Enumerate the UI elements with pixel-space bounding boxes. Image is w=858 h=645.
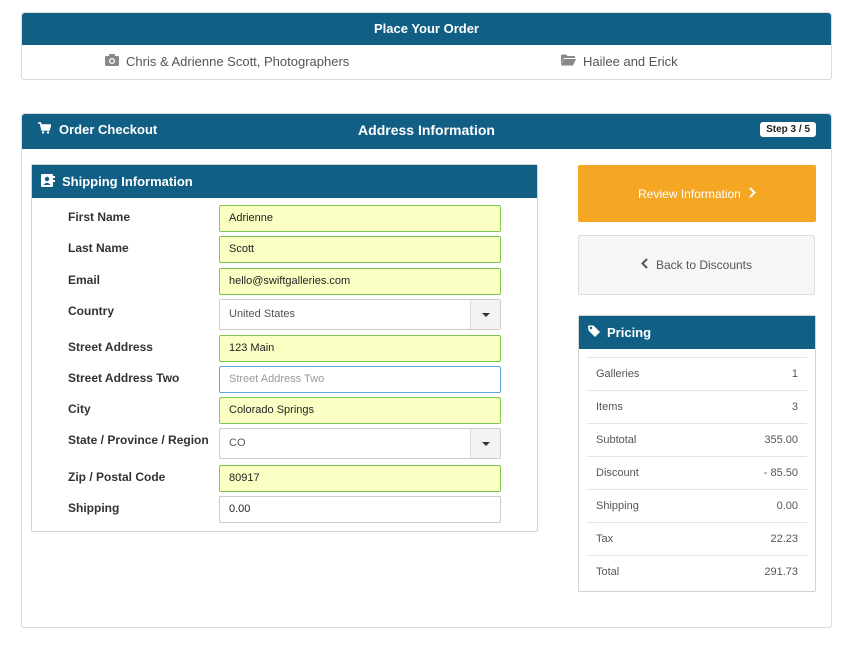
first-name-label: First Name — [68, 210, 131, 224]
country-value: United States — [229, 308, 296, 320]
photographer-name: Chris & Adrienne Scott, Photographers — [126, 54, 350, 69]
last-name-field[interactable]: Scott — [219, 236, 501, 263]
last-name-label: Last Name — [68, 241, 129, 255]
review-information-label: Review Information — [638, 186, 741, 201]
shipping-info-title: Shipping Information — [62, 174, 193, 189]
chevron-left-icon — [641, 258, 648, 272]
pricing-value: - 85.50 — [763, 467, 798, 479]
pricing-label: Galleries — [596, 368, 640, 380]
pricing-list: Galleries 1 Items 3 Subtotal 355.00 Disc… — [587, 357, 807, 588]
pricing-value: 1 — [791, 368, 798, 380]
street-address-two-label: Street Address Two — [68, 371, 180, 385]
section-title: Address Information — [358, 122, 495, 138]
back-to-discounts-label: Back to Discounts — [655, 258, 753, 272]
step-badge: Step 3 / 5 — [760, 122, 816, 137]
pricing-value: 0.00 — [776, 500, 798, 512]
shipping-info-header: Shipping Information — [32, 165, 537, 198]
pricing-label: Items — [596, 401, 623, 413]
city-label: City — [68, 402, 91, 416]
state-label: State / Province / Region — [68, 433, 209, 447]
caret-down-icon[interactable] — [470, 429, 500, 458]
pricing-row-items: Items 3 — [587, 390, 807, 423]
review-information-button[interactable]: Review Information — [578, 165, 816, 222]
pricing-label: Total — [596, 566, 620, 578]
checkout-panel: Order Checkout Address Information Step … — [21, 113, 832, 628]
pricing-label: Tax — [596, 533, 614, 545]
pricing-label: Discount — [596, 467, 639, 479]
order-header-panel: Place Your Order Chris & Adrienne Scott,… — [21, 12, 832, 80]
pricing-row-discount: Discount - 85.50 — [587, 456, 807, 489]
shipping-label: Shipping — [68, 501, 120, 515]
chevron-right-icon — [749, 186, 756, 201]
state-value: CO — [229, 437, 246, 449]
street-address-field[interactable]: 123 Main — [219, 335, 501, 362]
zip-field[interactable]: 80917 — [219, 465, 501, 492]
state-select[interactable]: CO — [219, 428, 501, 459]
tag-icon — [588, 325, 600, 340]
email-field[interactable]: hello@swiftgalleries.com — [219, 268, 501, 295]
shipping-info-panel: Shipping Information First Name Adrienne… — [31, 164, 538, 532]
pricing-row-tax: Tax 22.23 — [587, 522, 807, 555]
street-address-two-placeholder: Street Address Two — [229, 373, 325, 385]
city-field[interactable]: Colorado Springs — [219, 397, 501, 424]
first-name-field[interactable]: Adrienne — [219, 205, 501, 232]
country-select[interactable]: United States — [219, 299, 501, 330]
pricing-label: Subtotal — [596, 434, 637, 446]
pricing-value: 291.73 — [764, 566, 798, 578]
gallery-name: Hailee and Erick — [583, 54, 678, 69]
camera-icon — [105, 54, 119, 69]
zip-label: Zip / Postal Code — [68, 470, 166, 484]
email-label: Email — [68, 273, 101, 287]
pricing-row-galleries: Galleries 1 — [587, 357, 807, 390]
pricing-value: 22.23 — [770, 533, 798, 545]
street-address-label: Street Address — [68, 340, 153, 354]
gallery-link[interactable]: Hailee and Erick — [561, 54, 678, 69]
page-title: Place Your Order — [22, 13, 831, 45]
shipping-field[interactable]: 0.00 — [219, 496, 501, 523]
pricing-title: Pricing — [607, 325, 652, 340]
pricing-row-subtotal: Subtotal 355.00 — [587, 423, 807, 456]
contact-card-icon — [41, 173, 55, 190]
pricing-value: 355.00 — [764, 434, 798, 446]
pricing-row-total: Total 291.73 — [587, 555, 807, 588]
checkout-header: Order Checkout Address Information Step … — [22, 114, 831, 149]
back-to-discounts-button[interactable]: Back to Discounts — [578, 235, 815, 295]
pricing-panel: Pricing Galleries 1 Items 3 Subtotal 355… — [578, 315, 816, 592]
pricing-value: 3 — [791, 401, 798, 413]
pricing-label: Shipping — [596, 500, 639, 512]
street-address-two-field[interactable]: Street Address Two — [219, 366, 501, 393]
caret-down-icon[interactable] — [470, 300, 500, 329]
photographer-link[interactable]: Chris & Adrienne Scott, Photographers — [105, 54, 349, 69]
country-label: Country — [68, 304, 114, 318]
folder-icon — [561, 54, 576, 69]
pricing-row-shipping: Shipping 0.00 — [587, 489, 807, 522]
pricing-header: Pricing — [579, 316, 815, 349]
